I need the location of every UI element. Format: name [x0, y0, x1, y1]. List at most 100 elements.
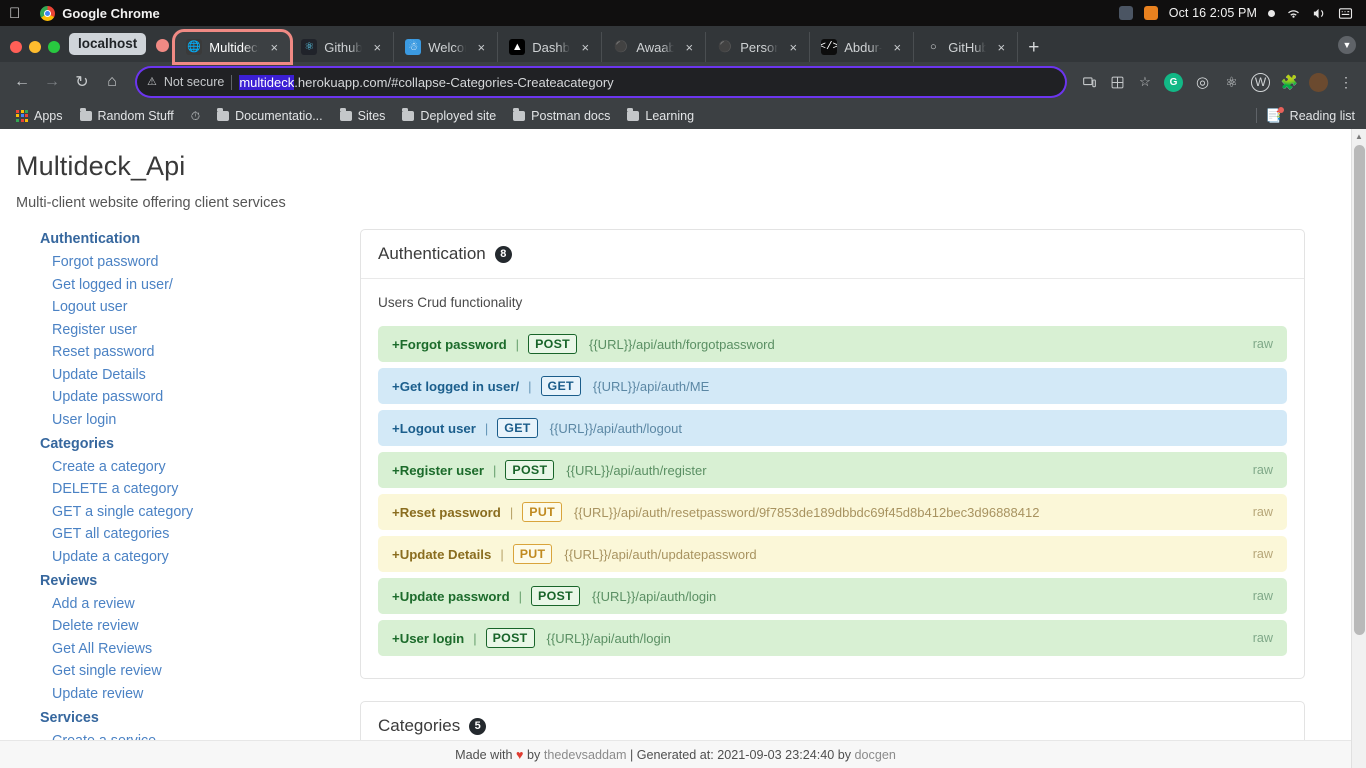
bookmark-sites[interactable]: Sites [333, 106, 393, 126]
raw-link[interactable]: raw [1253, 589, 1273, 603]
bookmark-apps[interactable]: Apps [9, 106, 70, 126]
tray-app-icon[interactable] [1118, 6, 1133, 20]
endpoint-name[interactable]: +Register user [392, 463, 484, 478]
endpoint-name[interactable]: +Get logged in user/ [392, 379, 519, 394]
endpoint-row-user-login[interactable]: +User login | POST {{URL}}/api/auth/logi… [378, 620, 1287, 656]
endpoint-name[interactable]: +Update Details [392, 547, 491, 562]
bookmark-postman-docs[interactable]: Postman docs [506, 106, 617, 126]
vertical-scrollbar[interactable]: ▲ [1351, 129, 1366, 768]
endpoint-name[interactable]: +Logout user [392, 421, 476, 436]
close-icon[interactable]: × [889, 39, 905, 55]
bookmark-random-stuff[interactable]: Random Stuff [73, 106, 181, 126]
home-icon[interactable]: ⌂ [99, 69, 125, 95]
endpoint-name[interactable]: +Forgot password [392, 337, 507, 352]
window-close-button[interactable] [10, 41, 22, 53]
browser-tab-github[interactable]: ○ GitHub × [914, 32, 1019, 62]
endpoint-row-forgot-password[interactable]: +Forgot password | POST {{URL}}/api/auth… [378, 326, 1287, 362]
volume-icon[interactable] [1312, 6, 1327, 21]
wappalyzer-icon[interactable]: W [1251, 72, 1270, 92]
endpoint-row-register-user[interactable]: +Register user | POST {{URL}}/api/auth/r… [378, 452, 1287, 488]
react-devtools-icon[interactable]: ⚛ [1222, 73, 1241, 92]
sidebar-item-delete-review[interactable]: Delete review [40, 618, 360, 634]
sidebar-item-update-review[interactable]: Update review [40, 686, 360, 702]
tab-group-dot-icon[interactable] [156, 39, 170, 52]
sidebar-item-update-a-category[interactable]: Update a category [40, 549, 360, 565]
new-tab-button[interactable]: + [1018, 38, 1049, 62]
bookmark-documentation[interactable]: Documentatio... [210, 106, 330, 126]
raw-link[interactable]: raw [1253, 547, 1273, 561]
endpoint-name[interactable]: +User login [392, 631, 464, 646]
footer-author-link[interactable]: thedevsaddam [544, 748, 627, 762]
sidebar-item-user-login[interactable]: User login [40, 412, 360, 428]
bookmark-history[interactable]: ⏱ [184, 107, 207, 125]
qr-code-icon[interactable] [1105, 70, 1129, 94]
sidebar-item-get-a-single-category[interactable]: GET a single category [40, 504, 360, 520]
endpoint-name[interactable]: +Update password [392, 589, 510, 604]
close-icon[interactable]: × [993, 39, 1009, 55]
forward-arrow-icon[interactable]: → [39, 69, 65, 95]
sidebar-item-get-logged-in-user[interactable]: Get logged in user/ [40, 277, 360, 293]
scrollbar-thumb[interactable] [1354, 145, 1365, 635]
browser-tab-welcome[interactable]: ☃ Welcome × [394, 32, 499, 62]
sidebar-group-services[interactable]: Services [40, 710, 360, 726]
endpoint-name[interactable]: +Reset password [392, 505, 501, 520]
raw-link[interactable]: raw [1253, 631, 1273, 645]
active-app-name[interactable]: Google Chrome [62, 6, 160, 21]
sidebar-group-reviews[interactable]: Reviews [40, 573, 360, 589]
raw-link[interactable]: raw [1253, 505, 1273, 519]
footer-generator-link[interactable]: docgen [855, 748, 896, 762]
close-icon[interactable]: × [577, 39, 593, 55]
sidebar-item-get-single-review[interactable]: Get single review [40, 663, 360, 679]
browser-tab-dashboard[interactable]: ▲ Dashboar × [498, 32, 603, 62]
sidebar-item-update-details[interactable]: Update Details [40, 367, 360, 383]
sidebar-item-add-a-review[interactable]: Add a review [40, 596, 360, 612]
sidebar-item-logout-user[interactable]: Logout user [40, 299, 360, 315]
browser-tab-awaabsi[interactable]: ⚫ AwaabSi × [602, 32, 707, 62]
endpoint-row-reset-password[interactable]: +Reset password | PUT {{URL}}/api/auth/r… [378, 494, 1287, 530]
sidebar-item-create-a-category[interactable]: Create a category [40, 459, 360, 475]
sidebar-item-forgot-password[interactable]: Forgot password [40, 254, 360, 270]
endpoint-row-update-password[interactable]: +Update password | POST {{URL}}/api/auth… [378, 578, 1287, 614]
apple-logo-icon[interactable]:  [9, 6, 20, 21]
browser-tab-abdur-ra[interactable]: </> Abdur-Ra × [810, 32, 915, 62]
endpoint-row-get-logged-in-user[interactable]: +Get logged in user/ | GET {{URL}}/api/a… [378, 368, 1287, 404]
address-bar[interactable]: ⚠ Not secure multideck.herokuapp.com/#co… [137, 68, 1065, 96]
reading-list-icon[interactable]: 📑 [1265, 106, 1284, 124]
window-minimize-button[interactable] [29, 41, 41, 53]
raw-link[interactable]: raw [1253, 463, 1273, 477]
sidebar-group-categories[interactable]: Categories [40, 436, 360, 452]
puzzle-icon[interactable]: 🧩 [1280, 73, 1299, 92]
reload-icon[interactable]: ↻ [69, 69, 95, 95]
endpoint-row-update-details[interactable]: +Update Details | PUT {{URL}}/api/auth/u… [378, 536, 1287, 572]
browser-tab-multideck[interactable]: 🌐 Multideck × [175, 32, 291, 62]
close-icon[interactable]: × [681, 39, 697, 55]
sidebar-item-get-all-reviews[interactable]: Get All Reviews [40, 641, 360, 657]
input-source-icon[interactable] [1338, 6, 1353, 21]
sidebar-item-delete-a-category[interactable]: DELETE a category [40, 481, 360, 497]
kebab-menu-icon[interactable]: ⋮ [1335, 75, 1357, 89]
tray-orange-icon[interactable] [1143, 6, 1158, 20]
cast-icon[interactable] [1077, 70, 1101, 94]
wifi-icon[interactable] [1286, 6, 1301, 21]
profile-avatar[interactable] [1309, 72, 1328, 92]
endpoint-row-logout-user[interactable]: +Logout user | GET {{URL}}/api/auth/logo… [378, 410, 1287, 446]
host-pill[interactable]: localhost [69, 33, 147, 55]
bookmark-learning[interactable]: Learning [620, 106, 701, 126]
bookmark-deployed-site[interactable]: Deployed site [395, 106, 503, 126]
url-text[interactable]: multideck.herokuapp.com/#collapse-Catego… [239, 74, 614, 90]
target-icon[interactable]: ◎ [1193, 73, 1212, 92]
grammarly-icon[interactable]: G [1164, 72, 1183, 92]
os-clock[interactable]: Oct 16 2:05 PM [1169, 6, 1257, 20]
close-icon[interactable]: × [785, 39, 801, 55]
sidebar-item-get-all-categories[interactable]: GET all categories [40, 526, 360, 542]
warning-triangle-icon[interactable]: ⚠ [147, 76, 157, 88]
tab-search-chevron-icon[interactable]: ▼ [1338, 36, 1356, 54]
close-icon[interactable]: × [473, 39, 489, 55]
scroll-up-arrow-icon[interactable]: ▲ [1352, 129, 1366, 144]
reading-list-label[interactable]: Reading list [1290, 109, 1355, 123]
window-maximize-button[interactable] [48, 41, 60, 53]
sidebar-item-register-user[interactable]: Register user [40, 322, 360, 338]
raw-link[interactable]: raw [1253, 337, 1273, 351]
browser-tab-github-fir[interactable]: ⚛ Github Fir × [290, 32, 395, 62]
star-icon[interactable]: ☆ [1133, 70, 1157, 94]
